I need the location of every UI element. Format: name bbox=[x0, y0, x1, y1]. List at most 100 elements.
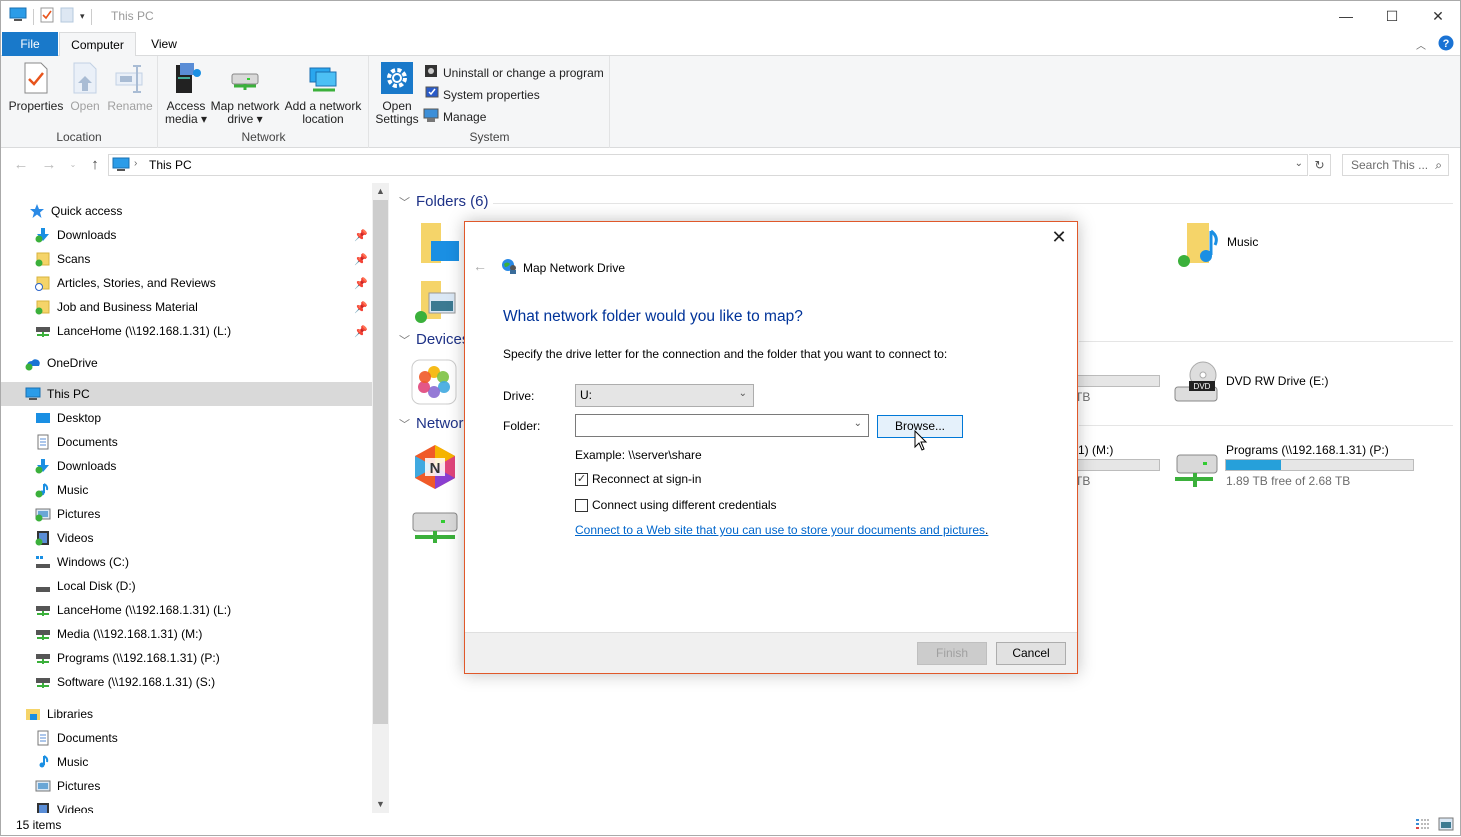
reconnect-checkbox[interactable]: ✓ bbox=[575, 472, 588, 486]
pin-icon[interactable]: 📌 bbox=[354, 229, 368, 242]
close-button[interactable]: ✕ bbox=[1415, 1, 1461, 31]
nav-qa-lancehome[interactable]: LanceHome (\\192.168.1.31) (L:) 📌 bbox=[1, 319, 372, 343]
nav-lib-videos[interactable]: Videos bbox=[1, 798, 372, 813]
credentials-checkbox[interactable] bbox=[575, 498, 588, 512]
tab-view[interactable]: View bbox=[141, 32, 187, 56]
group-header-folders[interactable]: ﹀ Folders (6) bbox=[399, 193, 489, 210]
minimize-button[interactable]: — bbox=[1323, 1, 1369, 31]
pin-icon[interactable]: 📌 bbox=[354, 253, 368, 266]
recent-locations-button[interactable]: ⌄ bbox=[63, 155, 83, 175]
nav-programs-p[interactable]: Programs (\\192.168.1.31) (P:) bbox=[1, 646, 372, 670]
dialog-back-button[interactable]: ← bbox=[473, 258, 487, 274]
pin-icon[interactable]: 📌 bbox=[354, 301, 368, 314]
folder-pictures-tile[interactable] bbox=[415, 279, 459, 328]
network-drive-icon bbox=[35, 674, 51, 690]
network-drive-tile[interactable] bbox=[411, 509, 461, 548]
nav-lancehome-l[interactable]: LanceHome (\\192.168.1.31) (L:) bbox=[1, 598, 372, 622]
pin-icon[interactable]: 📌 bbox=[354, 277, 368, 290]
status-bar: 15 items bbox=[1, 813, 1460, 837]
nav-media-m[interactable]: Media (\\192.168.1.31) (M:) bbox=[1, 622, 372, 646]
access-media-button[interactable]: Access media ▾ bbox=[163, 60, 209, 126]
maximize-button[interactable]: ☐ bbox=[1369, 1, 1415, 31]
folder-desktop-tile[interactable] bbox=[419, 221, 459, 268]
cancel-button[interactable]: Cancel bbox=[996, 642, 1066, 665]
nav-lib-music[interactable]: Music bbox=[1, 750, 372, 774]
scroll-up-icon[interactable]: ▲ bbox=[372, 183, 389, 200]
nav-quick-access[interactable]: Quick access bbox=[1, 199, 372, 223]
help-icon[interactable]: ? bbox=[1438, 35, 1454, 54]
nav-onedrive[interactable]: OneDrive bbox=[1, 351, 372, 375]
tab-file[interactable]: File bbox=[2, 32, 58, 56]
nav-pictures[interactable]: Pictures bbox=[1, 502, 372, 526]
rename-button[interactable]: Rename bbox=[107, 60, 153, 113]
properties-qat-icon[interactable] bbox=[40, 7, 54, 26]
scrollbar-thumb[interactable] bbox=[373, 200, 388, 724]
manage-button[interactable]: Manage bbox=[423, 107, 486, 126]
windows-drive-icon bbox=[35, 554, 51, 570]
refresh-button[interactable]: ↻ bbox=[1309, 154, 1331, 176]
details-view-icon[interactable] bbox=[1415, 817, 1431, 834]
nav-qa-downloads[interactable]: Downloads 📌 bbox=[1, 223, 372, 247]
nav-windows-c[interactable]: Windows (C:) bbox=[1, 550, 372, 574]
finish-button[interactable]: Finish bbox=[917, 642, 987, 665]
nav-this-pc[interactable]: This PC bbox=[1, 382, 372, 406]
rename-icon bbox=[114, 60, 146, 96]
nav-videos[interactable]: Videos bbox=[1, 526, 372, 550]
dvd-drive-tile[interactable]: DVD bbox=[1173, 361, 1221, 408]
network-drive-icon bbox=[35, 602, 51, 618]
nav-documents[interactable]: Documents bbox=[1, 430, 372, 454]
item-count: 15 items bbox=[16, 818, 62, 832]
chevron-down-icon[interactable]: ⌄ bbox=[854, 418, 862, 429]
nav-qa-job-business[interactable]: Job and Business Material 📌 bbox=[1, 295, 372, 319]
programs-drive-tile[interactable] bbox=[1173, 451, 1221, 494]
collapse-ribbon-icon[interactable]: ︿ bbox=[1416, 37, 1426, 52]
web-site-link[interactable]: Connect to a Web site that you can use t… bbox=[575, 523, 985, 537]
forward-button[interactable]: → bbox=[39, 155, 59, 175]
address-bar[interactable]: › This PC ⌄ bbox=[108, 154, 1308, 176]
nav-lib-documents[interactable]: Documents bbox=[1, 726, 372, 750]
customize-qat-icon[interactable]: ▾ bbox=[80, 11, 85, 22]
large-icons-view-icon[interactable] bbox=[1438, 817, 1454, 834]
nav-lib-pictures[interactable]: Pictures bbox=[1, 774, 372, 798]
photos-app-icon bbox=[411, 359, 457, 405]
videos-icon bbox=[35, 530, 51, 546]
reconnect-checkbox-row[interactable]: ✓ Reconnect at sign-in bbox=[575, 472, 701, 486]
drive-letter-select[interactable]: U: ⌄ bbox=[575, 384, 754, 407]
folder-path-input[interactable]: ⌄ bbox=[575, 414, 869, 437]
nav-qa-articles[interactable]: Articles, Stories, and Reviews 📌 bbox=[1, 271, 372, 295]
breadcrumb-this-pc[interactable]: This PC bbox=[149, 158, 192, 172]
address-dropdown-icon[interactable]: ⌄ bbox=[1295, 158, 1303, 169]
scroll-down-icon[interactable]: ▼ bbox=[372, 796, 389, 813]
credentials-checkbox-row[interactable]: Connect using different credentials bbox=[575, 498, 777, 512]
nav-desktop[interactable]: Desktop bbox=[1, 406, 372, 430]
pin-icon[interactable]: 📌 bbox=[354, 325, 368, 338]
uninstall-program-button[interactable]: Uninstall or change a program bbox=[423, 63, 604, 82]
new-folder-qat-icon[interactable] bbox=[60, 7, 74, 26]
nav-libraries[interactable]: Libraries bbox=[1, 702, 372, 726]
system-properties-button[interactable]: System properties bbox=[423, 85, 540, 104]
nav-downloads[interactable]: Downloads bbox=[1, 454, 372, 478]
tab-computer[interactable]: Computer bbox=[59, 32, 136, 57]
add-network-location-button[interactable]: Add a network location bbox=[283, 60, 363, 126]
search-input[interactable]: Search This ... ⌕ bbox=[1342, 154, 1449, 176]
network-media-server-tile[interactable]: N bbox=[411, 443, 459, 492]
nav-local-disk-d[interactable]: Local Disk (D:) bbox=[1, 574, 372, 598]
open-settings-button[interactable]: Open Settings bbox=[374, 60, 420, 126]
breadcrumb-separator-icon[interactable]: › bbox=[134, 158, 137, 169]
back-button[interactable]: ← bbox=[11, 155, 31, 175]
open-button[interactable]: Open bbox=[67, 60, 103, 113]
group-header-devices[interactable]: ﹀ Devices bbox=[399, 331, 469, 348]
dialog-close-button[interactable]: ✕ bbox=[1049, 228, 1069, 248]
folder-music-tile[interactable] bbox=[1175, 221, 1221, 270]
chevron-down-icon: ﹀ bbox=[399, 334, 410, 347]
properties-button[interactable]: Properties bbox=[9, 60, 63, 113]
device-photos-tile[interactable] bbox=[411, 359, 457, 408]
nav-software-s[interactable]: Software (\\192.168.1.31) (S:) bbox=[1, 670, 372, 694]
up-button[interactable]: ↑ bbox=[85, 155, 105, 175]
nav-pane-scrollbar[interactable]: ▲ ▼ bbox=[372, 183, 389, 813]
ribbon: Properties Open Rename Location Access m… bbox=[1, 56, 1460, 148]
group-header-network-locations[interactable]: ﹀ Networ bbox=[399, 415, 464, 432]
map-network-drive-button[interactable]: Map network drive ▾ bbox=[209, 60, 281, 126]
nav-qa-scans[interactable]: Scans 📌 bbox=[1, 247, 372, 271]
nav-music[interactable]: Music bbox=[1, 478, 372, 502]
